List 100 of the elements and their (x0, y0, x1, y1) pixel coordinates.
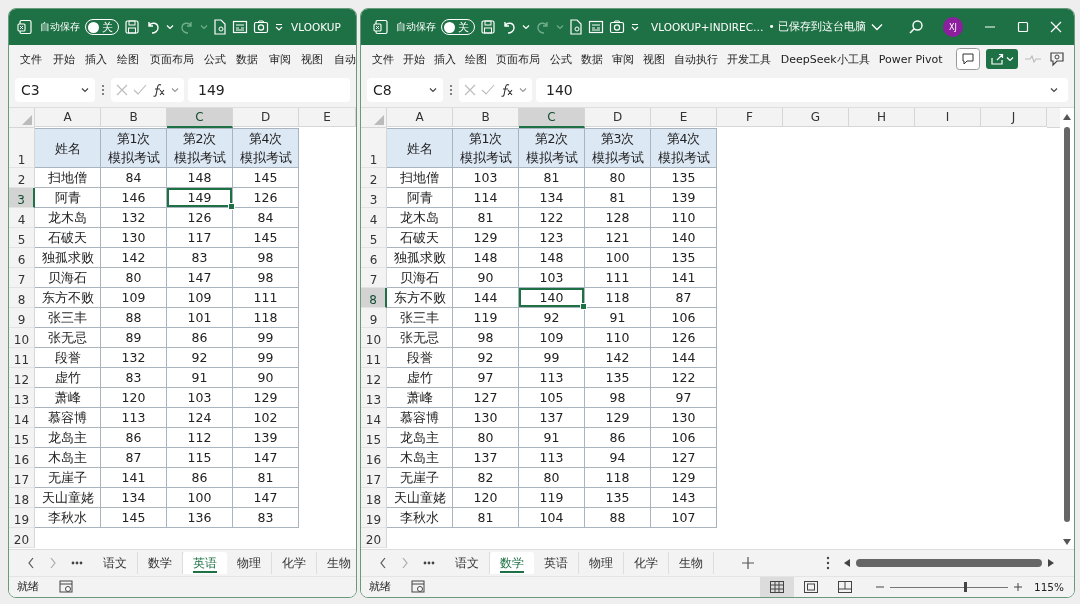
caret-icon[interactable] (429, 87, 437, 93)
row-header[interactable]: 19 (361, 508, 387, 528)
sheet-tab[interactable]: 英语 (534, 552, 579, 574)
column-header[interactable]: I (915, 108, 981, 127)
caret-icon[interactable] (81, 87, 89, 93)
row-header[interactable]: 3 (9, 188, 35, 208)
name-box[interactable]: C3 (15, 78, 95, 102)
row-header[interactable]: 12 (361, 368, 387, 388)
column-header[interactable]: C (167, 108, 233, 128)
ribbon-tab[interactable]: 开始 (47, 51, 80, 67)
ribbon-tab[interactable]: 公式 (198, 51, 232, 67)
zoom-in-icon[interactable] (1013, 583, 1022, 591)
ribbon-tab[interactable]: 数据 (231, 51, 264, 67)
column-header[interactable]: B (101, 108, 167, 127)
row-header[interactable]: 11 (361, 348, 387, 368)
column-header[interactable]: G (783, 108, 849, 127)
row-header[interactable]: 4 (361, 208, 387, 228)
row-header[interactable]: 19 (9, 508, 35, 528)
name-box[interactable]: C8 (367, 78, 443, 102)
column-header[interactable]: B (453, 108, 519, 127)
page-layout-icon[interactable] (803, 581, 818, 593)
ribbon-tab[interactable]: 绘图 (460, 51, 492, 67)
ribbon-tab[interactable]: 自动执行 (669, 51, 723, 67)
grid-icon[interactable] (769, 581, 784, 593)
row-header[interactable]: 13 (9, 388, 35, 408)
form-icon[interactable] (232, 19, 248, 35)
maximize-icon[interactable] (1017, 21, 1029, 33)
camera-icon[interactable] (609, 19, 625, 35)
row-header[interactable]: 10 (9, 328, 35, 348)
column-header[interactable]: J (981, 108, 1047, 127)
normal-view-button[interactable] (759, 577, 794, 597)
horizontal-scrollbar-thumb[interactable] (856, 559, 1042, 567)
row-header[interactable]: 4 (9, 208, 35, 228)
row-header[interactable]: 17 (361, 468, 387, 488)
row-header[interactable]: 13 (361, 388, 387, 408)
ribbon-tab[interactable]: 绘图 (112, 51, 145, 67)
comment-icon[interactable] (956, 48, 980, 70)
ribbon-tab[interactable]: 页面布局 (491, 51, 545, 67)
row-header[interactable]: 18 (9, 488, 35, 508)
row-header[interactable]: 1 (361, 128, 387, 168)
copilot-icon[interactable] (1048, 50, 1066, 68)
page-break-icon[interactable] (837, 581, 852, 593)
ribbon-tab[interactable]: 审阅 (263, 51, 296, 67)
insert-function-icon[interactable] (500, 83, 514, 97)
chevron-down-icon[interactable] (871, 23, 884, 31)
ribbon-tab[interactable]: 审阅 (607, 51, 639, 67)
add-sheet-icon[interactable] (742, 557, 754, 569)
row-header[interactable]: 7 (361, 268, 387, 288)
row-header[interactable]: 8 (9, 288, 35, 308)
row-header[interactable]: 7 (9, 268, 35, 288)
spreadsheet-logo-icon[interactable] (17, 19, 33, 35)
spreadsheet-logo-icon[interactable] (373, 19, 389, 35)
row-header[interactable]: 6 (9, 248, 35, 268)
ribbon-tab[interactable]: 视图 (296, 51, 329, 67)
sheet-tab[interactable]: 数学 (490, 552, 534, 574)
scroll-left-icon[interactable] (844, 559, 850, 567)
row-header[interactable]: 2 (361, 168, 387, 188)
column-header[interactable]: E (299, 108, 356, 127)
row-header[interactable]: 10 (361, 328, 387, 348)
ribbon-tab[interactable]: 开始 (398, 51, 430, 67)
formula-field[interactable]: 149 (188, 78, 350, 102)
row-header[interactable]: 20 (361, 528, 387, 548)
ribbon-tab[interactable]: Power Pivot (874, 52, 948, 66)
row-header[interactable]: 18 (361, 488, 387, 508)
ribbon-tab[interactable]: 数据 (576, 51, 608, 67)
row-header[interactable]: 17 (9, 468, 35, 488)
accessibility-icon[interactable] (411, 580, 425, 594)
save-icon[interactable] (124, 19, 140, 35)
row-header[interactable]: 5 (9, 228, 35, 248)
row-header[interactable]: 14 (361, 408, 387, 428)
share-button[interactable] (986, 49, 1018, 69)
sheet-tab[interactable]: 物理 (227, 552, 272, 574)
save-icon[interactable] (480, 19, 496, 35)
more-sheets-icon[interactable] (71, 561, 83, 565)
column-header[interactable]: A (35, 108, 101, 127)
user-avatar[interactable]: XJ (943, 17, 963, 37)
sheet-tab[interactable]: 语文 (93, 552, 138, 574)
search-icon[interactable] (908, 19, 924, 35)
row-header[interactable]: 2 (9, 168, 35, 188)
undo-icon[interactable] (145, 19, 161, 35)
ribbon-tab[interactable]: 开发工具 (722, 51, 777, 67)
undo-icon[interactable] (501, 19, 517, 35)
close-icon[interactable] (1050, 21, 1062, 33)
row-header[interactable]: 16 (9, 448, 35, 468)
row-header[interactable]: 9 (9, 308, 35, 328)
more-sheets-icon[interactable] (423, 561, 435, 565)
row-header[interactable]: 16 (361, 448, 387, 468)
zoom-level[interactable]: 115% (1033, 581, 1064, 593)
previous-sheet-icon[interactable] (379, 557, 387, 569)
document-icon[interactable] (569, 19, 583, 35)
column-header[interactable]: A (387, 108, 453, 127)
zoom-slider[interactable] (889, 581, 1008, 593)
row-header[interactable]: 6 (361, 248, 387, 268)
ribbon-tab[interactable]: 公式 (544, 51, 577, 67)
row-header[interactable]: 15 (9, 428, 35, 448)
more-vertical-icon[interactable] (449, 84, 453, 96)
camera-icon[interactable] (253, 19, 269, 35)
scroll-right-icon[interactable] (1048, 559, 1054, 567)
row-header[interactable]: 15 (361, 428, 387, 448)
sheet-tab[interactable]: 英语 (183, 552, 227, 574)
